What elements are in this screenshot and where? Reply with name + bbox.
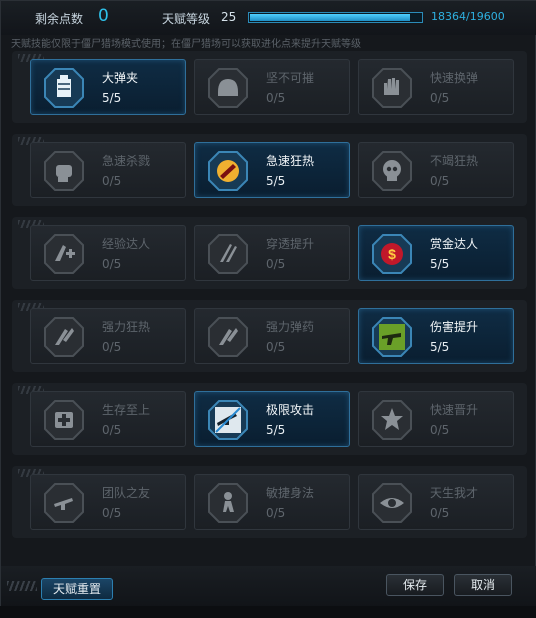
skill-name: 快速换弹 xyxy=(430,71,479,85)
skill-card[interactable]: 快速晋升 0/5 xyxy=(358,391,514,447)
skill-card[interactable]: 天生我才 0/5 xyxy=(358,474,514,530)
frenzy-icon xyxy=(207,150,249,192)
skill-name: 大弹夹 xyxy=(102,71,139,85)
talent-level-label: 天赋等级 xyxy=(162,12,211,26)
exp-plus-icon xyxy=(43,233,85,275)
exp-progress-fill xyxy=(250,14,410,21)
gun-damage-icon xyxy=(371,316,413,358)
bottom-strip xyxy=(0,606,536,618)
skill-level: 5/5 xyxy=(266,174,286,188)
skill-name: 经验达人 xyxy=(102,237,151,251)
skill-name: 强力狂热 xyxy=(102,320,151,334)
skill-name: 天生我才 xyxy=(430,486,479,500)
skill-name: 急速杀戮 xyxy=(102,154,151,168)
skill-level: 0/5 xyxy=(102,174,122,188)
eye-icon xyxy=(371,482,413,524)
skill-card[interactable]: 快速换弹 0/5 xyxy=(358,59,514,115)
skill-row: 团队之友 0/5 敏捷身法 0/5 天生我才 0/5 xyxy=(12,466,527,538)
dollar-icon: $ xyxy=(371,233,413,275)
hand-reload-icon xyxy=(371,67,413,109)
skill-level: 0/5 xyxy=(266,257,286,271)
skill-name: 赏金达人 xyxy=(430,237,479,251)
agile-icon xyxy=(207,482,249,524)
skill-level: 0/5 xyxy=(102,423,122,437)
talent-panel: 剩余点数 0 天赋等级 25 18364/19600 天赋技能仅限于僵尸猎场模式… xyxy=(0,0,536,607)
skill-level: 5/5 xyxy=(430,340,450,354)
skill-level: 0/5 xyxy=(266,506,286,520)
skill-card[interactable]: 敏捷身法 0/5 xyxy=(194,474,350,530)
save-button[interactable]: 保存 xyxy=(386,574,444,596)
footer-decoration xyxy=(7,581,37,591)
skill-name: 急速狂热 xyxy=(266,154,315,168)
medkit-icon xyxy=(43,399,85,441)
extreme-attack-icon xyxy=(207,399,249,441)
skill-card[interactable]: 穿透提升 0/5 xyxy=(194,225,350,281)
reset-talent-button[interactable]: 天赋重置 xyxy=(41,578,113,600)
skill-card[interactable]: 经验达人 0/5 xyxy=(30,225,186,281)
skill-level: 0/5 xyxy=(430,506,450,520)
skill-name: 极限攻击 xyxy=(266,403,315,417)
skill-card[interactable]: $ 赏金达人 5/5 xyxy=(358,225,514,281)
exp-text: 18364/19600 xyxy=(431,10,505,23)
skill-level: 0/5 xyxy=(102,506,122,520)
skill-level: 0/5 xyxy=(266,340,286,354)
talent-level-value: 25 xyxy=(221,10,237,24)
skill-level: 5/5 xyxy=(266,423,286,437)
skill-row: 生存至上 0/5 极限攻击 5/5 快速晋升 0/5 xyxy=(12,383,527,455)
skill-card[interactable]: 极限攻击 5/5 xyxy=(194,391,350,447)
power-frenzy-icon xyxy=(43,316,85,358)
skull-icon xyxy=(371,150,413,192)
remaining-points-value: 0 xyxy=(98,6,109,26)
skill-card[interactable]: 急速杀戮 0/5 xyxy=(30,142,186,198)
helmet-icon xyxy=(207,67,249,109)
skill-level: 0/5 xyxy=(102,340,122,354)
skill-row: 经验达人 0/5 穿透提升 0/5 $ 赏金达人 5/5 xyxy=(12,217,527,289)
skill-card[interactable]: 坚不可摧 0/5 xyxy=(194,59,350,115)
skill-name: 强力弹药 xyxy=(266,320,315,334)
burst-icon xyxy=(371,399,413,441)
skill-name: 穿透提升 xyxy=(266,237,315,251)
skill-card[interactable]: 强力弹药 0/5 xyxy=(194,308,350,364)
skill-name: 伤害提升 xyxy=(430,320,479,334)
skill-card[interactable]: 伤害提升 5/5 xyxy=(358,308,514,364)
skill-name: 敏捷身法 xyxy=(266,486,315,500)
pierce-icon xyxy=(207,233,249,275)
remaining-points-label: 剩余点数 xyxy=(35,12,84,26)
exp-progress-bar xyxy=(248,12,423,23)
power-ammo-icon xyxy=(207,316,249,358)
talent-footer: 天赋重置 保存 取消 xyxy=(1,566,536,607)
skill-card[interactable]: 不竭狂热 0/5 xyxy=(358,142,514,198)
talent-header: 剩余点数 0 天赋等级 25 18364/19600 xyxy=(1,1,536,35)
skill-level: 0/5 xyxy=(430,91,450,105)
skill-card[interactable]: 团队之友 0/5 xyxy=(30,474,186,530)
skill-level: 0/5 xyxy=(266,91,286,105)
skill-card[interactable]: 急速狂热 5/5 xyxy=(194,142,350,198)
skill-row: 大弹夹 5/5 坚不可摧 0/5 快速换弹 0/5 xyxy=(12,51,527,123)
magazine-icon xyxy=(43,67,85,109)
skill-level: 0/5 xyxy=(430,423,450,437)
skill-name: 团队之友 xyxy=(102,486,151,500)
skill-level: 5/5 xyxy=(430,257,450,271)
team-gun-icon xyxy=(43,482,85,524)
talent-hint: 天赋技能仅限于僵尸猎场模式使用；在僵尸猎场可以获取进化点来提升天赋等级 xyxy=(11,39,361,50)
skill-level: 5/5 xyxy=(102,91,122,105)
skill-row: 强力狂热 0/5 强力弹药 0/5 伤害提升 5/5 xyxy=(12,300,527,372)
fist-icon xyxy=(43,150,85,192)
skill-name: 不竭狂热 xyxy=(430,154,479,168)
skill-name: 坚不可摧 xyxy=(266,71,315,85)
skill-name: 生存至上 xyxy=(102,403,151,417)
svg-text:$: $ xyxy=(388,246,396,262)
skill-level: 0/5 xyxy=(102,257,122,271)
skill-card[interactable]: 大弹夹 5/5 xyxy=(30,59,186,115)
skill-card[interactable]: 强力狂热 0/5 xyxy=(30,308,186,364)
skill-level: 0/5 xyxy=(430,174,450,188)
skill-name: 快速晋升 xyxy=(430,403,479,417)
skill-row: 急速杀戮 0/5 急速狂热 5/5 不竭狂热 0/5 xyxy=(12,134,527,206)
cancel-button[interactable]: 取消 xyxy=(454,574,512,596)
skill-card[interactable]: 生存至上 0/5 xyxy=(30,391,186,447)
